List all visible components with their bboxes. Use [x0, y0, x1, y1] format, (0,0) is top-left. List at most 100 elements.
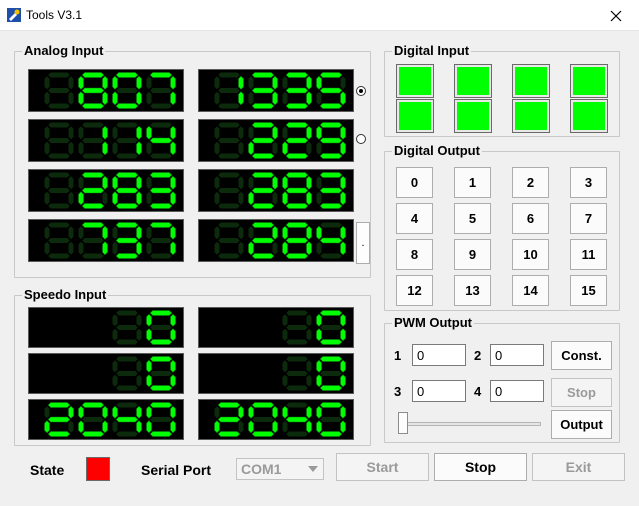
lcd-segment	[319, 431, 343, 437]
digital-output-button-11[interactable]: 11	[570, 239, 607, 270]
lcd-segment	[170, 374, 176, 388]
lcd-segment	[149, 356, 173, 362]
analog-mode-radio-2[interactable]	[356, 134, 366, 144]
lcd-segment	[170, 191, 176, 206]
lcd-segment	[251, 172, 275, 178]
digital-output-button-1[interactable]: 1	[454, 167, 491, 198]
lcd-segment	[251, 87, 275, 94]
lcd-segment	[214, 241, 220, 255]
lcd-segment	[48, 103, 70, 109]
digital-output-button-0[interactable]: 0	[396, 167, 433, 198]
lcd-segment	[102, 191, 108, 205]
lcd-segment	[149, 187, 173, 194]
lcd-digits	[214, 172, 346, 209]
lcd-segment	[48, 88, 70, 93]
lcd-digits	[282, 356, 346, 391]
lcd-segment	[306, 175, 312, 190]
lcd-segment	[146, 313, 152, 327]
lcd-segment	[150, 417, 172, 422]
lcd-segment	[146, 226, 152, 240]
lcd-segment	[251, 237, 275, 244]
lcd-segment	[251, 431, 275, 437]
lcd-segment	[44, 420, 50, 434]
digital-input-led-3	[570, 64, 608, 98]
lcd-segment	[316, 176, 322, 190]
pwm-slider-thumb[interactable]	[398, 412, 408, 434]
digital-output-button-10[interactable]: 10	[512, 239, 549, 270]
lcd-segment	[68, 191, 74, 205]
lcd-segment	[81, 431, 105, 437]
exit-button[interactable]: Exit	[532, 453, 625, 481]
digital-output-button-14[interactable]: 14	[512, 275, 549, 306]
lcd-segment	[78, 420, 84, 434]
tools-app-icon	[7, 8, 21, 22]
analog-display	[28, 119, 184, 162]
lcd-segment	[316, 91, 322, 105]
lcd-segment	[282, 328, 288, 341]
digital-output-button-8[interactable]: 8	[396, 239, 433, 270]
lcd-segment	[82, 153, 104, 159]
digital-output-button-12[interactable]: 12	[396, 275, 433, 306]
digital-output-button-7[interactable]: 7	[570, 203, 607, 234]
digital-output-button-6[interactable]: 6	[512, 203, 549, 234]
lcd-digits	[214, 72, 346, 109]
lcd-segment	[218, 138, 240, 143]
lcd-segment	[319, 203, 343, 209]
const-button[interactable]: Const.	[551, 341, 612, 370]
digital-output-label: Digital Output	[392, 143, 482, 159]
pwm-channel-4-input[interactable]	[490, 380, 544, 402]
digital-output-button-3[interactable]: 3	[570, 167, 607, 198]
lcd-segment	[68, 405, 74, 419]
lcd-segment	[316, 191, 322, 205]
pwm-slider-track[interactable]	[399, 422, 541, 426]
close-button[interactable]	[593, 0, 639, 31]
analog-display	[28, 69, 184, 112]
digital-output-button-4[interactable]: 4	[396, 203, 433, 234]
lcd-segment	[112, 314, 118, 327]
lcd-segment	[319, 237, 343, 244]
lcd-segment	[150, 122, 172, 128]
lcd-segment	[286, 339, 308, 345]
digital-output-button-2[interactable]: 2	[512, 167, 549, 198]
lcd-segment	[81, 103, 105, 109]
lcd-segment	[248, 420, 254, 434]
lcd-segment	[248, 405, 254, 419]
lcd-segment	[316, 374, 322, 388]
digital-output-button-13[interactable]: 13	[454, 275, 491, 306]
digital-output-button-15[interactable]: 15	[570, 275, 607, 306]
analog-mode-radio-1[interactable]	[356, 86, 366, 96]
lcd-segment	[102, 75, 108, 90]
lcd-segment	[306, 405, 312, 419]
analog-display	[28, 219, 184, 262]
pwm-channel-2-input[interactable]	[490, 344, 544, 366]
lcd-segment	[340, 191, 346, 206]
output-button[interactable]: Output	[551, 410, 612, 439]
lcd-segment	[248, 91, 254, 105]
digital-output-button-9[interactable]: 9	[454, 239, 491, 270]
lcd-segment	[285, 203, 309, 209]
lcd-segment	[272, 91, 278, 106]
lcd-segment	[78, 126, 84, 140]
lcd-segment	[112, 374, 118, 387]
lcd-segment	[102, 420, 108, 434]
lcd-segment	[136, 241, 142, 256]
start-button[interactable]: Start	[336, 453, 429, 481]
lcd-segment	[306, 191, 312, 206]
lcd-digits	[44, 72, 176, 109]
digital-output-button-5[interactable]: 5	[454, 203, 491, 234]
analog-display	[28, 169, 184, 212]
lcd-segment	[319, 72, 343, 78]
lcd-segment	[170, 420, 176, 434]
lcd-segment	[214, 406, 220, 419]
lcd-segment	[282, 225, 288, 240]
stop-button[interactable]: Stop	[434, 453, 527, 481]
lcd-segment	[306, 125, 312, 140]
lcd-segment	[68, 126, 74, 140]
analog-small-button[interactable]: .	[356, 222, 370, 264]
serial-port-select[interactable]: COM1	[236, 458, 324, 480]
pwm-channel-1-input[interactable]	[412, 344, 466, 366]
lcd-segment	[170, 125, 176, 140]
pwm-channel-3-input[interactable]	[412, 380, 466, 402]
lcd-segment	[214, 226, 220, 240]
pwm-stop-button[interactable]: Stop	[551, 378, 612, 407]
